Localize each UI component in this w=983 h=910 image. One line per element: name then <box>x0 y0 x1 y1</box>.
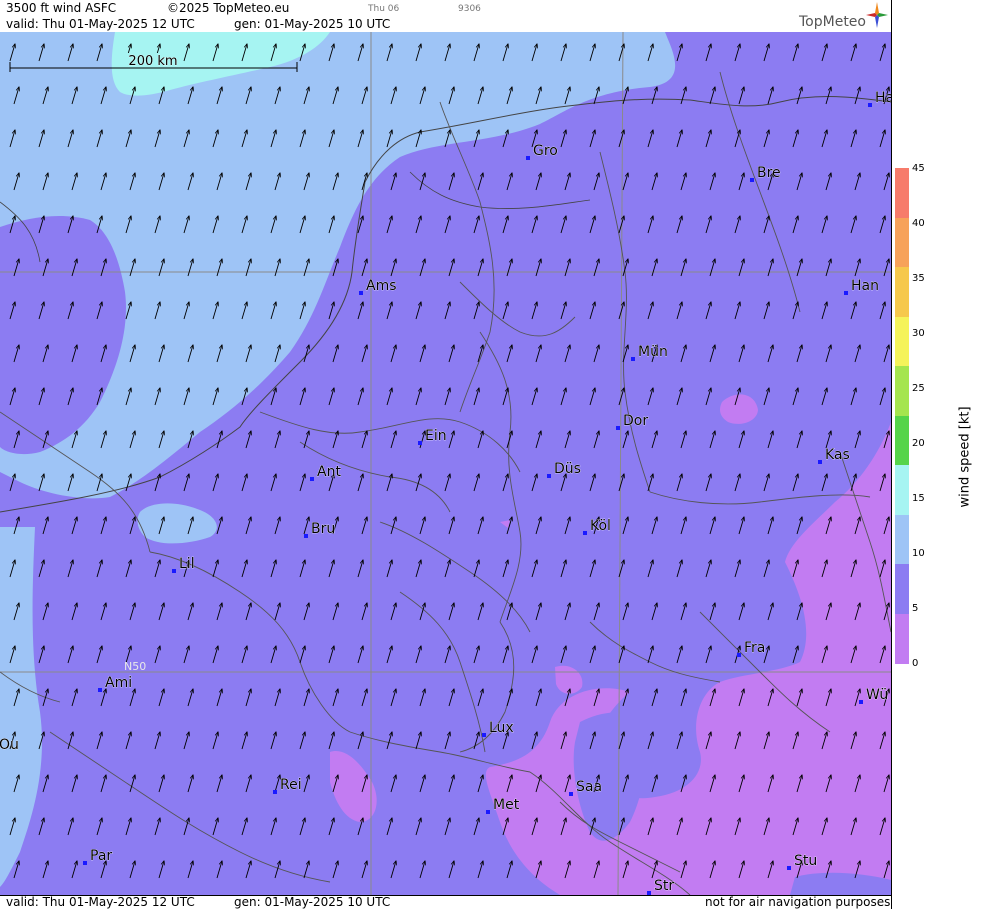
color-scale-segment <box>895 465 909 515</box>
city-label-stu: Stu <box>794 853 817 869</box>
color-scale-tick: 15 <box>912 493 925 504</box>
city-label-ant: Ant <box>317 464 341 480</box>
city-label-ha: Ha <box>875 90 891 106</box>
city-label-met: Met <box>493 797 520 813</box>
color-scale-segment <box>895 415 909 466</box>
city-marker <box>859 700 863 704</box>
footer-valid-time: valid: Thu 01-May-2025 12 UTC <box>6 895 195 909</box>
city-marker <box>526 156 530 160</box>
color-scale-bar <box>895 168 909 664</box>
city-label-dor: Dor <box>623 413 648 429</box>
city-label-han: Han <box>851 278 879 294</box>
copyright-text: ©2025 TopMeteo.eu <box>167 1 290 15</box>
color-scale-tick: 0 <box>912 658 919 669</box>
city-label-str: Str <box>654 878 674 894</box>
color-scale-tick: 35 <box>912 273 925 284</box>
footer-bar: valid: Thu 01-May-2025 12 UTC gen: 01-Ma… <box>0 895 891 910</box>
color-scale-tick: 30 <box>912 328 925 339</box>
city-label-rei: Rei <box>280 777 302 793</box>
color-scale-segment <box>895 267 909 317</box>
city-marker <box>310 477 314 481</box>
city-marker <box>787 866 791 870</box>
city-label-ami: Ami <box>105 675 132 691</box>
generated-time: gen: 01-May-2025 10 UTC <box>234 17 391 31</box>
city-marker <box>304 534 308 538</box>
city-marker <box>583 531 587 535</box>
city-label-bru: Bru <box>311 521 335 537</box>
city-marker <box>569 792 573 796</box>
city-marker <box>83 861 87 865</box>
map-title: 3500 ft wind ASFC <box>6 1 117 15</box>
city-label-gro: Gro <box>533 143 558 159</box>
city-marker <box>616 426 620 430</box>
unit-label: wind speed [kt] <box>957 406 973 508</box>
city-label-kas: Kas <box>825 447 850 463</box>
color-scale-segment <box>895 514 909 565</box>
city-marker <box>482 733 486 737</box>
wind-map-canvas: 200 km N50 Gro Bre Ha Ams Han Mün Dor Ein Kas Düs… <box>0 32 891 895</box>
color-scale-tick: 10 <box>912 548 925 559</box>
city-marker <box>631 357 635 361</box>
city-label-saa: Saa <box>576 779 602 795</box>
topmeteo-logo-text: TopMeteo <box>799 14 866 30</box>
color-scale-segment <box>895 613 909 664</box>
city-label-mün: Mün <box>638 344 668 360</box>
city-marker <box>737 653 741 657</box>
city-label-köl: Köl <box>590 518 611 534</box>
city-marker <box>359 291 363 295</box>
faint-day-text: Thu 06 <box>368 4 400 14</box>
color-scale-segment <box>895 168 909 218</box>
city-marker <box>844 291 848 295</box>
latitude-label: N50 <box>124 660 146 673</box>
color-scale-tick: 40 <box>912 218 925 229</box>
header-bar: 3500 ft wind ASFC ©2025 TopMeteo.eu Thu … <box>0 0 891 32</box>
city-label-bre: Bre <box>757 165 781 181</box>
city-marker <box>98 688 102 692</box>
color-scale-segment <box>895 316 909 367</box>
city-marker <box>273 790 277 794</box>
city-label-fra: Fra <box>744 640 765 656</box>
color-scale-tick: 45 <box>912 163 925 174</box>
color-scale-tick: 20 <box>912 438 925 449</box>
city-label-lil: Lil <box>179 556 195 572</box>
color-scale-segment <box>895 217 909 268</box>
footer-generated-time: gen: 01-May-2025 10 UTC <box>234 895 391 909</box>
city-label-ein: Ein <box>425 428 447 444</box>
city-marker <box>486 810 490 814</box>
city-marker <box>547 474 551 478</box>
city-label-lux: Lux <box>489 720 514 736</box>
color-scale-segment <box>895 564 909 614</box>
city-label-ou: Ou <box>0 737 19 753</box>
scale-bar-label: 200 km <box>128 54 177 69</box>
city-label-düs: Düs <box>554 461 581 477</box>
city-label-par: Par <box>90 848 112 864</box>
faint-code-text: 9306 <box>458 4 481 14</box>
city-marker <box>418 441 422 445</box>
color-scale-tick: 5 <box>912 603 919 614</box>
city-marker <box>868 103 872 107</box>
color-scale-tick: 25 <box>912 383 925 394</box>
color-scale-segment <box>895 366 909 416</box>
city-marker <box>172 569 176 573</box>
compass-logo-icon <box>866 2 888 28</box>
valid-time: valid: Thu 01-May-2025 12 UTC <box>6 17 195 31</box>
city-label-wü: Wü <box>866 687 888 703</box>
footer-disclaimer: not for air navigation purposes <box>705 895 891 909</box>
city-marker <box>818 460 822 464</box>
wind-map[interactable]: 200 km N50 Gro Bre Ha Ams Han Mün Dor Ein Kas Düs… <box>0 32 891 895</box>
city-label-ams: Ams <box>366 278 397 294</box>
city-marker <box>750 178 754 182</box>
